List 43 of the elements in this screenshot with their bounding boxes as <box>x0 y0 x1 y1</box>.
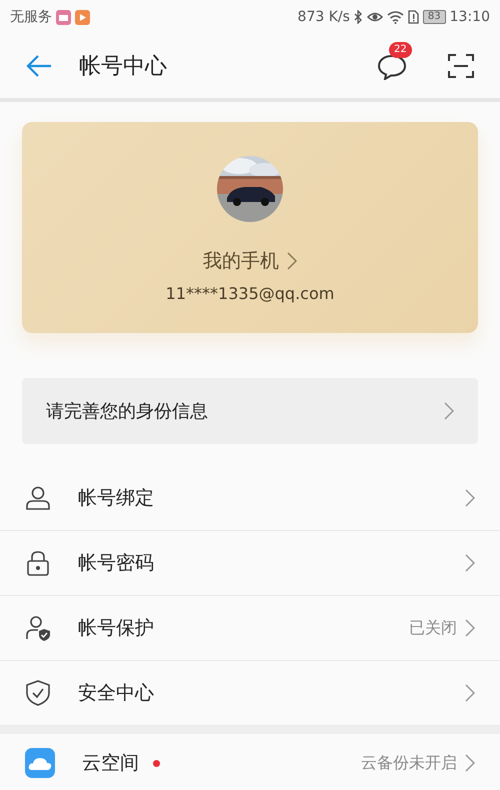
menu-item[interactable]: 云空间 云备份未开启 <box>0 734 500 790</box>
account-email: 11****1335@qq.com <box>166 284 334 303</box>
lock-icon <box>25 550 51 576</box>
battery-indicator: 83 <box>422 10 446 24</box>
scan-icon[interactable] <box>447 52 475 80</box>
clock-text: 13:10 <box>450 9 490 25</box>
play-icon <box>75 10 90 24</box>
menu-item[interactable]: 帐号密码 <box>0 531 500 596</box>
chevron-right-icon <box>465 754 475 772</box>
identity-banner[interactable]: 请完善您的身份信息 <box>22 378 478 444</box>
menu-item[interactable]: 帐号保护 已关闭 <box>0 596 500 661</box>
chevron-right-icon <box>465 554 475 572</box>
status-text: 云备份未开启 <box>361 752 457 774</box>
shield-check-icon <box>25 680 51 706</box>
bluetooth-icon <box>354 10 363 24</box>
chevron-right-icon <box>444 402 454 420</box>
account-name: 我的手机 <box>203 249 279 274</box>
menu-item[interactable]: 帐号绑定 <box>0 466 500 531</box>
menu-label: 帐号绑定 <box>78 486 154 511</box>
chevron-right-icon <box>287 252 297 270</box>
profile-card[interactable]: 我的手机 11****1335@qq.com <box>22 122 478 333</box>
menu-label: 帐号保护 <box>78 616 154 641</box>
person-icon <box>25 485 51 511</box>
calendar-icon <box>56 10 71 24</box>
menu-label: 帐号密码 <box>78 551 154 576</box>
menu-label: 安全中心 <box>78 681 154 706</box>
chevron-right-icon <box>465 489 475 507</box>
chat-icon[interactable] <box>377 52 407 80</box>
person-shield-icon <box>25 615 51 641</box>
sim-alert-icon <box>408 10 419 24</box>
status-text: 已关闭 <box>409 618 457 638</box>
cloud-app-icon <box>25 748 55 778</box>
notification-badge: 22 <box>389 42 412 58</box>
back-icon[interactable] <box>25 54 53 78</box>
network-speed: 873 K/s <box>298 9 350 25</box>
page-title: 帐号中心 <box>79 53 168 81</box>
menu-label: 云空间 <box>82 751 139 776</box>
banner-text: 请完善您的身份信息 <box>46 400 208 423</box>
wifi-icon <box>386 10 404 24</box>
chevron-right-icon <box>465 619 475 637</box>
chevron-right-icon <box>465 684 475 702</box>
eye-icon <box>366 11 383 23</box>
carrier-text: 无服务 <box>10 8 52 26</box>
